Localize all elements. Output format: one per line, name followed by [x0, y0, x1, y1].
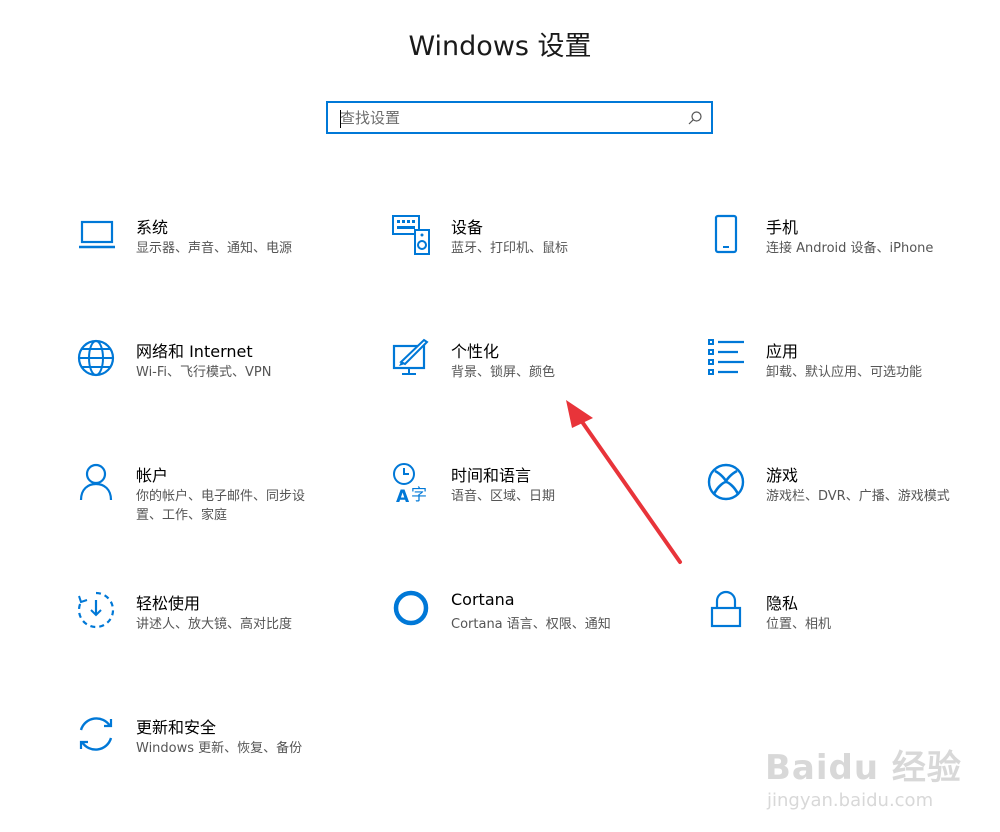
search-input[interactable]	[340, 108, 680, 128]
tile-description: 卸载、默认应用、可选功能	[766, 365, 923, 380]
xbox-icon	[706, 462, 748, 504]
tile-privacy[interactable]: 隐私 位置、相机	[706, 590, 996, 670]
text-caret	[340, 110, 341, 128]
tile-name: 设备	[451, 218, 484, 237]
tile-time-language[interactable]: A字 时间和语言 语音、区域、日期	[391, 462, 681, 542]
tile-name: 更新和安全	[136, 718, 217, 737]
tile-network[interactable]: 网络和 Internet Wi-Fi、飞行模式、VPN	[76, 338, 366, 418]
tile-description: Cortana 语言、权限、通知	[451, 617, 611, 632]
watermark-brand: Baidu 经验	[765, 748, 962, 788]
app-list-icon	[706, 338, 748, 380]
svg-text:字: 字	[411, 485, 427, 504]
tile-name: 游戏	[766, 466, 799, 485]
time-language-icon: A字	[391, 462, 433, 504]
tile-name: 网络和 Internet	[136, 342, 253, 361]
tile-cortana[interactable]: Cortana Cortana 语言、权限、通知	[391, 590, 681, 670]
watermark-url: jingyan.baidu.com	[767, 790, 934, 811]
tile-name: 隐私	[766, 594, 799, 613]
tile-name: 帐户	[136, 466, 169, 485]
sync-icon	[76, 714, 118, 756]
tile-update-security[interactable]: 更新和安全 Windows 更新、恢复、备份	[76, 714, 366, 794]
tile-name: 个性化	[451, 342, 500, 361]
search-icon[interactable]	[687, 110, 703, 126]
page-title: Windows 设置	[408, 31, 592, 62]
tile-description: 蓝牙、打印机、鼠标	[451, 241, 569, 256]
tile-apps[interactable]: 应用 卸载、默认应用、可选功能	[706, 338, 996, 418]
person-icon	[76, 462, 118, 504]
globe-icon	[76, 338, 118, 380]
tile-gaming[interactable]: 游戏 游戏栏、DVR、广播、游戏模式	[706, 462, 996, 542]
keyboard-speaker-icon	[391, 214, 433, 256]
tile-description: 语音、区域、日期	[451, 489, 556, 504]
tile-name: 应用	[766, 342, 799, 361]
paint-monitor-icon	[391, 338, 433, 380]
cortana-ring-icon	[391, 590, 433, 632]
tile-description: 讲述人、放大镜、高对比度	[136, 617, 293, 632]
watermark: Baidu 经验 jingyan.baidu.com	[765, 728, 961, 828]
tile-personalization[interactable]: 个性化 背景、锁屏、颜色	[391, 338, 681, 418]
tile-description: 位置、相机	[766, 617, 832, 632]
tile-name: 手机	[766, 218, 799, 237]
tile-name: 时间和语言	[451, 466, 532, 485]
tile-description: 显示器、声音、通知、电源	[136, 241, 293, 256]
svg-text:A: A	[396, 487, 410, 504]
tile-accounts[interactable]: 帐户 你的帐户、电子邮件、同步设置、工作、家庭	[76, 462, 366, 542]
phone-icon	[706, 214, 748, 256]
tile-name: Cortana	[451, 590, 515, 609]
tile-name: 系统	[136, 218, 169, 237]
tile-description: 连接 Android 设备、iPhone	[766, 241, 934, 256]
tile-phone[interactable]: 手机 连接 Android 设备、iPhone	[706, 214, 996, 294]
tile-description: 背景、锁屏、颜色	[451, 365, 556, 380]
laptop-icon	[76, 214, 118, 256]
tile-ease-of-access[interactable]: 轻松使用 讲述人、放大镜、高对比度	[76, 590, 366, 670]
tile-name: 轻松使用	[136, 594, 201, 613]
ease-of-access-icon	[76, 590, 118, 632]
tile-devices[interactable]: 设备 蓝牙、打印机、鼠标	[391, 214, 681, 294]
tile-description: 你的帐户、电子邮件、同步设置、工作、家庭	[136, 489, 306, 523]
lock-icon	[706, 590, 748, 632]
tile-description: 游戏栏、DVR、广播、游戏模式	[766, 489, 950, 504]
tile-system[interactable]: 系统 显示器、声音、通知、电源	[76, 214, 366, 294]
tile-description: Windows 更新、恢复、备份	[136, 741, 303, 756]
tile-description: Wi-Fi、飞行模式、VPN	[136, 365, 272, 380]
search-box[interactable]	[326, 101, 713, 134]
